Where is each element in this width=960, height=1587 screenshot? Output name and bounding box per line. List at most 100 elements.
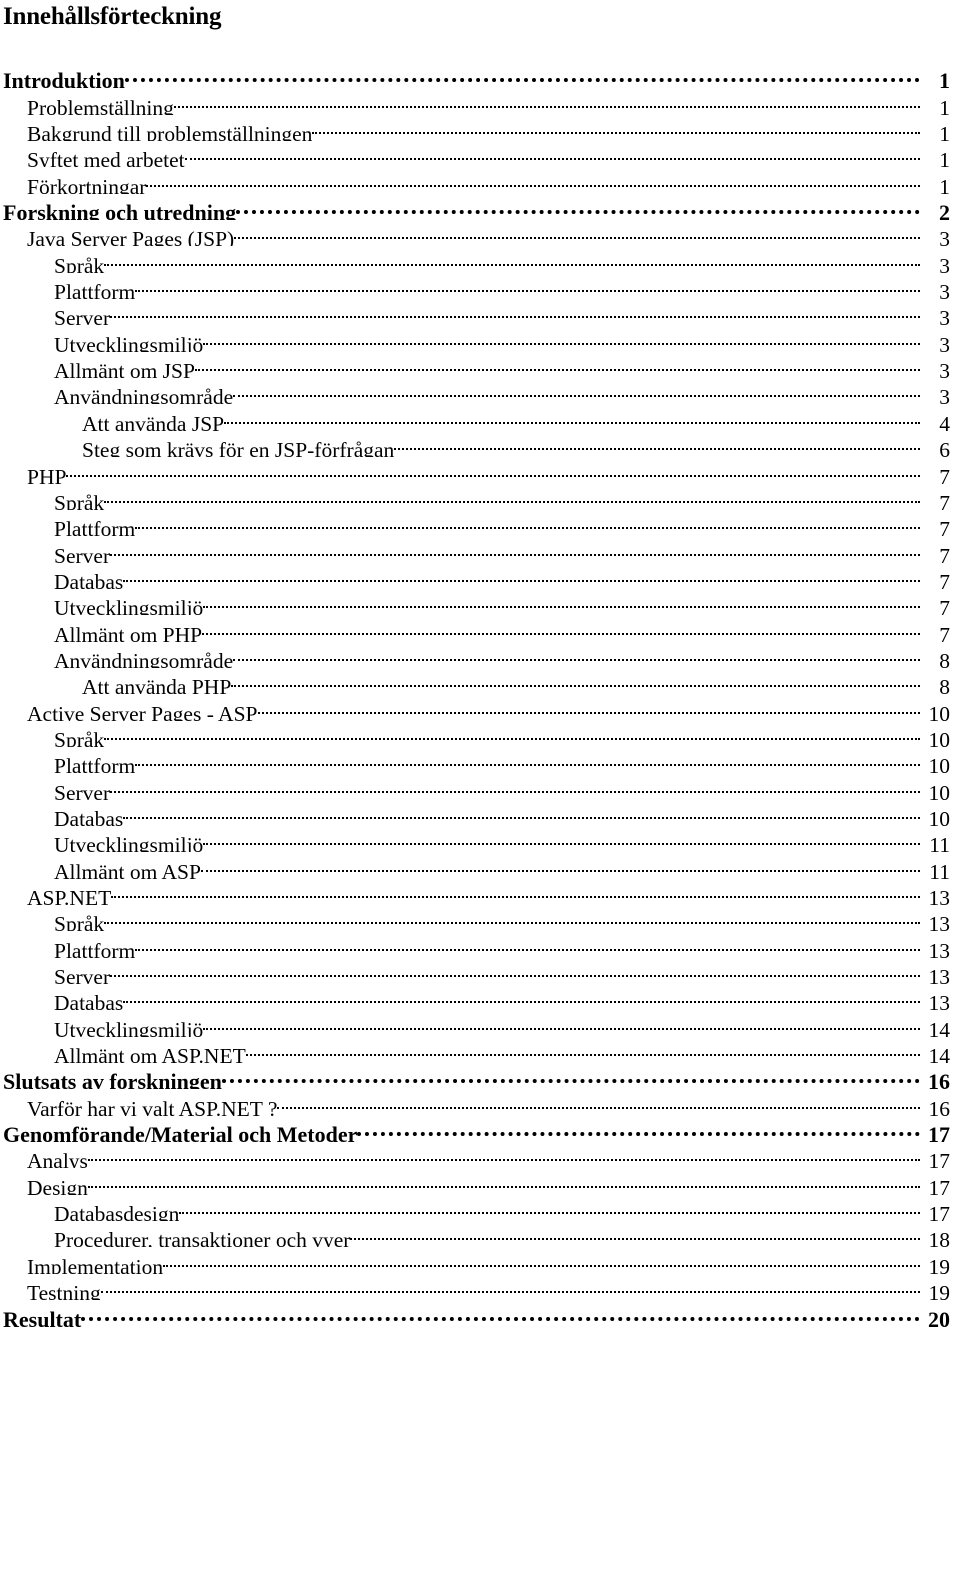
toc-entry[interactable]: Databas 7 <box>0 563 950 589</box>
toc-entry-page-number: 20 <box>928 1306 950 1327</box>
toc-entry[interactable]: Språk 13 <box>0 905 950 931</box>
toc-dot-leader <box>124 62 920 88</box>
toc-entry[interactable]: Databas 13 <box>0 984 950 1010</box>
toc-entry-page-number: 19 <box>928 1254 951 1274</box>
toc-entry[interactable]: Server 10 <box>0 773 951 800</box>
toc-dot-leader <box>231 668 920 694</box>
toc-dot-leader <box>81 1300 920 1326</box>
toc-entry[interactable]: Att använda JSP 4 <box>0 404 950 431</box>
toc-entry[interactable]: Allmänt om PHP 7 <box>0 615 950 642</box>
toc-entry-page-number: 10 <box>928 780 951 800</box>
toc-entry[interactable]: Analys 17 <box>0 1142 950 1168</box>
toc-entry[interactable]: Allmänt om JSP 3 <box>0 352 950 378</box>
toc-entry-page-number: 13 <box>928 938 951 958</box>
toc-entry[interactable]: Plattform 13 <box>0 931 951 958</box>
toc-dot-leader <box>200 852 920 878</box>
toc-entry-label: Introduktion <box>3 68 125 89</box>
toc-entry-page-number: 16 <box>928 1096 951 1116</box>
toc-dot-leader <box>357 1116 920 1142</box>
toc-entry[interactable]: Användningsområde 8 <box>0 642 950 668</box>
toc-entry-page-number: 1 <box>939 148 950 168</box>
toc-entry-label: Forskning och utredning <box>3 200 237 221</box>
toc-entry-label: Databas <box>54 569 124 589</box>
table-of-contents: Introduktion 1 Problemställning 1 Bakgrund t… <box>0 62 951 1327</box>
toc-entry[interactable]: Utvecklingsmiljö 14 <box>0 1010 950 1037</box>
toc-entry-label: Allmänt om PHP <box>54 622 203 642</box>
toc-entry[interactable]: Att använda PHP 8 <box>0 668 950 694</box>
toc-entry-label: Utvecklingsmiljö <box>54 596 204 616</box>
toc-entry-label: Databasdesign <box>54 1202 180 1222</box>
toc-entry[interactable]: Plattform 3 <box>0 273 950 299</box>
toc-entry[interactable]: Active Server Pages - ASP 10 <box>0 694 950 721</box>
toc-dot-leader <box>203 826 920 852</box>
toc-entry[interactable]: Procedurer, transaktioner och vyer 18 <box>0 1221 950 1247</box>
toc-entry-page-number: 3 <box>939 253 950 273</box>
toc-entry[interactable]: Slutsats av forskningen 16 <box>0 1063 950 1089</box>
toc-entry[interactable]: Server 3 <box>0 299 950 325</box>
toc-entry[interactable]: Server 7 <box>0 536 950 563</box>
toc-entry-page-number: 13 <box>928 991 951 1011</box>
toc-entry[interactable]: Plattform 7 <box>0 510 950 536</box>
toc-entry[interactable]: Forskning och utredning 2 <box>0 194 950 220</box>
toc-entry-label: Användningsområde <box>54 648 234 668</box>
toc-entry[interactable]: Java Server Pages (JSP) 3 <box>0 220 950 246</box>
toc-entry[interactable]: Databas 10 <box>0 800 950 826</box>
toc-entry[interactable]: Genomförande/Material och Metoder 17 <box>0 1116 950 1142</box>
toc-entry[interactable]: Språk 3 <box>0 246 950 273</box>
toc-entry-page-number: 7 <box>939 596 950 616</box>
toc-dot-leader <box>110 536 920 562</box>
toc-entry[interactable]: Server 13 <box>0 958 950 984</box>
toc-dot-leader <box>104 905 920 931</box>
toc-dot-leader <box>236 194 920 220</box>
toc-entry[interactable]: Steg som krävs för en JSP-förfrågan 6 <box>0 431 950 457</box>
toc-entry[interactable]: Databasdesign 17 <box>0 1195 950 1221</box>
toc-dot-leader <box>135 931 920 957</box>
toc-entry[interactable]: Syftet med arbetet 1 <box>0 141 950 167</box>
toc-entry[interactable]: Design 17 <box>0 1168 950 1195</box>
toc-entry-label: Syftet med arbetet <box>27 148 185 168</box>
toc-entry-page-number: 17 <box>928 1149 951 1169</box>
page-title: Innehållsförteckning <box>3 3 222 30</box>
toc-entry[interactable]: Allmänt om ASP 11 <box>0 852 950 879</box>
toc-entry[interactable]: Förkortningar 1 <box>0 167 950 194</box>
toc-entry[interactable]: Språk 10 <box>0 721 950 747</box>
toc-entry-page-number: 19 <box>928 1281 951 1301</box>
toc-entry[interactable]: Testning 19 <box>0 1274 950 1300</box>
toc-entry[interactable]: Utvecklingsmiljö 11 <box>0 826 950 852</box>
toc-dot-leader <box>203 1010 920 1036</box>
toc-dot-leader <box>135 510 920 536</box>
toc-entry[interactable]: PHP 7 <box>0 457 950 484</box>
toc-entry-label: Resultat <box>3 1306 82 1327</box>
toc-entry-label: Allmänt om ASP.NET <box>54 1044 246 1064</box>
toc-entry[interactable]: Användningsområde 3 <box>0 378 950 404</box>
toc-entry[interactable]: Plattform 10 <box>0 747 950 773</box>
toc-entry[interactable]: Utvecklingsmiljö 7 <box>0 589 950 615</box>
toc-dot-leader <box>234 220 920 246</box>
toc-entry-page-number: 1 <box>939 95 950 115</box>
toc-entry-page-number: 13 <box>928 912 951 932</box>
toc-dot-leader <box>135 273 920 299</box>
toc-entry[interactable]: Allmänt om ASP.NET 14 <box>0 1037 950 1063</box>
toc-entry[interactable]: ASP.NET 13 <box>0 879 950 905</box>
toc-entry[interactable]: Utvecklingsmiljö 3 <box>0 325 950 352</box>
toc-dot-leader <box>221 1063 920 1089</box>
toc-entry-label: Genomförande/Material och Metoder <box>3 1122 358 1143</box>
toc-entry[interactable]: Resultat 20 <box>0 1300 950 1327</box>
toc-entry-page-number: 13 <box>928 886 951 905</box>
toc-entry-page-number: 11 <box>929 859 950 879</box>
toc-entry[interactable]: Problemställning 1 <box>0 88 950 115</box>
toc-entry[interactable]: Introduktion 1 <box>0 62 950 88</box>
toc-entry-label: Java Server Pages (JSP) <box>27 227 235 247</box>
toc-dot-leader <box>135 747 920 773</box>
toc-entry[interactable]: Språk 7 <box>0 484 950 510</box>
toc-entry-label: Plattform <box>54 754 136 774</box>
toc-entry[interactable]: Bakgrund till problemställningen 1 <box>0 115 950 141</box>
toc-dot-leader <box>257 694 921 720</box>
toc-entry-label: Implementation <box>27 1254 164 1274</box>
toc-entry-page-number: 3 <box>939 359 950 379</box>
toc-dot-leader <box>277 1089 920 1115</box>
toc-entry[interactable]: Varför har vi valt ASP.NET ? 16 <box>0 1089 951 1116</box>
toc-dot-leader <box>110 958 920 984</box>
toc-dot-leader <box>123 800 920 826</box>
toc-entry[interactable]: Implementation 19 <box>0 1247 951 1274</box>
